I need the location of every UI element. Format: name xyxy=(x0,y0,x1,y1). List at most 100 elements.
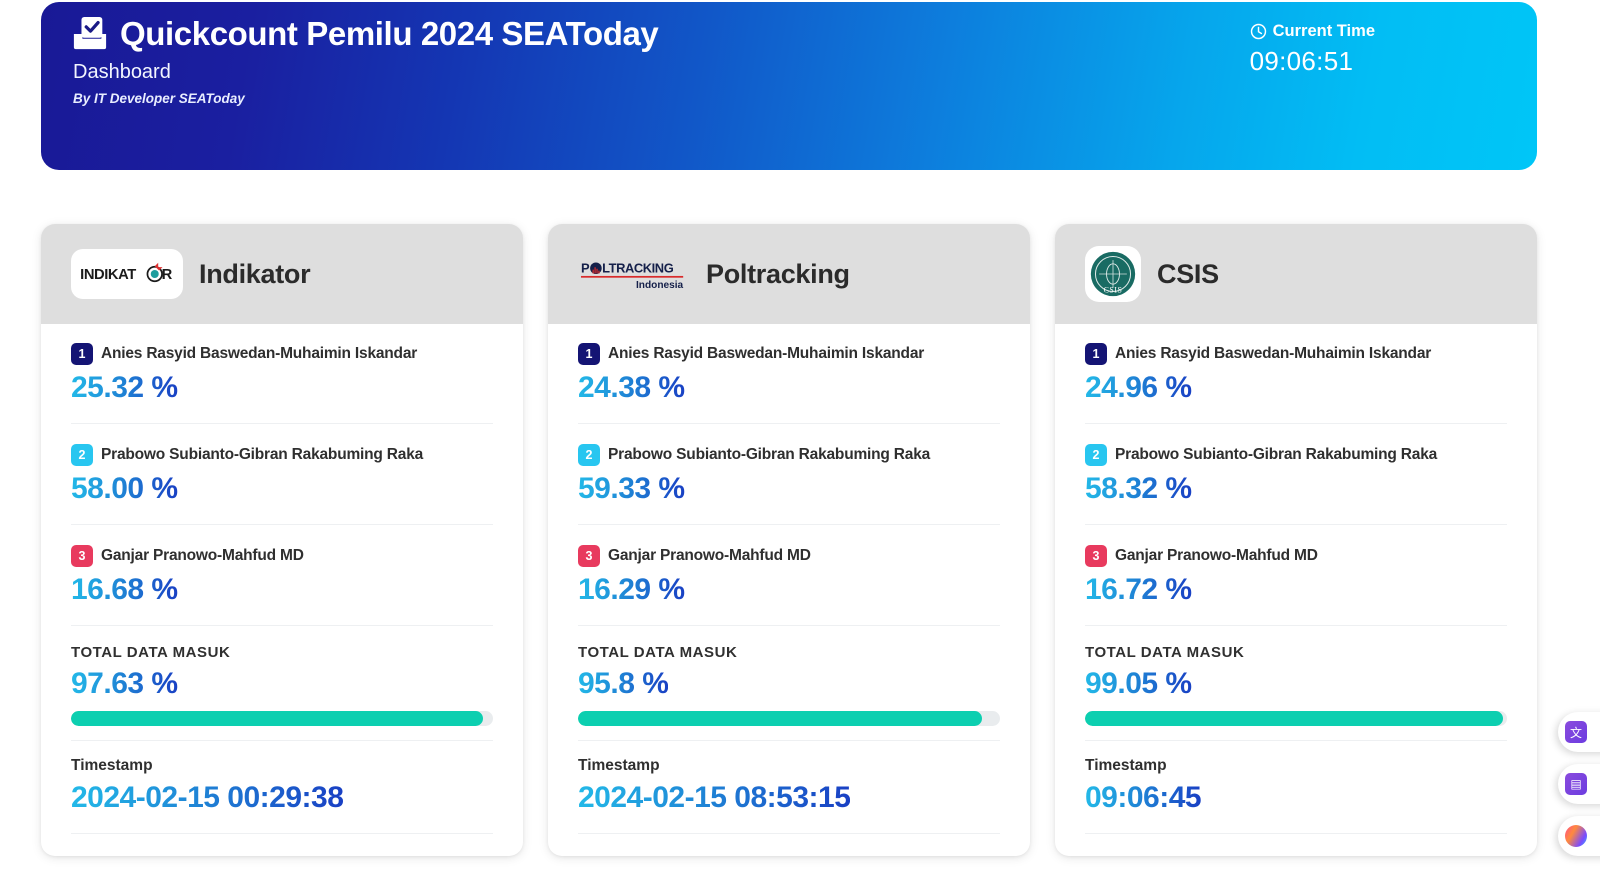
csis-logo: CSIS xyxy=(1085,246,1141,302)
card-footer-spacer xyxy=(578,834,1000,856)
card-footer-spacer xyxy=(1085,834,1507,856)
candidate-name-row: 1 Anies Rasyid Baswedan-Muhaimin Iskandar xyxy=(71,343,493,365)
candidate-percentage: 58.32 % xyxy=(1085,472,1192,505)
browser-extension-widgets: 文 ▤ xyxy=(1558,712,1600,856)
candidate-name-row: 3 Ganjar Pranowo-Mahfud MD xyxy=(578,545,1000,567)
survey-card-body: 1 Anies Rasyid Baswedan-Muhaimin Iskandar… xyxy=(548,324,1030,856)
timestamp-value: 2024-02-15 08:53:15 xyxy=(578,781,851,814)
poltracking-logo: P LTRACKING Indonesia xyxy=(578,249,690,299)
candidate-number-badge: 3 xyxy=(578,545,600,567)
poltracking-logo-mark: P LTRACKING Indonesia xyxy=(580,260,684,291)
ai-assistant-widget[interactable] xyxy=(1558,816,1600,856)
timestamp-section: Timestamp 2024-02-15 00:29:38 xyxy=(71,741,493,834)
card-footer-spacer xyxy=(71,834,493,856)
timestamp-value: 2024-02-15 00:29:38 xyxy=(71,781,344,814)
svg-text:R: R xyxy=(162,267,173,283)
indikator-logo-mark: INDIKAT R xyxy=(80,262,173,283)
candidate-row: 1 Anies Rasyid Baswedan-Muhaimin Iskandar… xyxy=(71,324,493,424)
candidate-name: Ganjar Pranowo-Mahfud MD xyxy=(608,547,811,564)
candidate-name-row: 1 Anies Rasyid Baswedan-Muhaimin Iskandar xyxy=(578,343,1000,365)
candidate-name: Prabowo Subianto-Gibran Rakabuming Raka xyxy=(1115,446,1438,463)
candidate-row: 3 Ganjar Pranowo-Mahfud MD 16.68 % xyxy=(71,525,493,626)
candidate-percentage: 16.72 % xyxy=(1085,573,1192,606)
header-left: Quickcount Pemilu 2024 SEAToday Dashboar… xyxy=(71,14,659,106)
total-data-label: TOTAL DATA MASUK xyxy=(71,644,231,661)
candidate-row: 2 Prabowo Subianto-Gibran Rakabuming Raka… xyxy=(578,424,1000,525)
candidate-number-badge: 2 xyxy=(578,444,600,466)
total-data-label: TOTAL DATA MASUK xyxy=(578,644,738,661)
total-data-section: TOTAL DATA MASUK 99.05 % xyxy=(1085,626,1507,741)
timestamp-label: Timestamp xyxy=(1085,757,1167,774)
candidate-percentage: 25.32 % xyxy=(71,371,178,404)
progress-bar-track xyxy=(578,711,1000,726)
dashboard-page: Quickcount Pemilu 2024 SEAToday Dashboar… xyxy=(0,0,1600,879)
survey-card-title: Poltracking xyxy=(706,258,850,289)
dictionary-widget[interactable]: ▤ xyxy=(1558,764,1600,804)
total-data-section: TOTAL DATA MASUK 97.63 % xyxy=(71,626,493,741)
candidate-name-row: 2 Prabowo Subianto-Gibran Rakabuming Raka xyxy=(578,444,1000,466)
survey-card: P LTRACKING Indonesia Poltracking 1 Anies Ras… xyxy=(548,224,1030,856)
candidate-name-row: 2 Prabowo Subianto-Gibran Rakabuming Raka xyxy=(1085,444,1507,466)
ai-brain-icon xyxy=(1565,825,1587,847)
candidate-name: Prabowo Subianto-Gibran Rakabuming Raka xyxy=(101,446,424,463)
candidate-name-row: 3 Ganjar Pranowo-Mahfud MD xyxy=(1085,545,1507,567)
current-time-value: 09:06:51 xyxy=(1249,46,1354,76)
total-data-label: TOTAL DATA MASUK xyxy=(1085,644,1245,661)
total-data-value: 99.05 % xyxy=(1085,667,1192,700)
survey-card-header: CSIS CSIS xyxy=(1055,224,1537,324)
svg-text:P: P xyxy=(581,260,590,275)
survey-card-body: 1 Anies Rasyid Baswedan-Muhaimin Iskandar… xyxy=(1055,324,1537,856)
survey-card-header: INDIKAT R Indikator xyxy=(41,224,523,324)
survey-cards-container: INDIKAT R Indikator 1 Anies Rasyid Baswedan-… xyxy=(41,224,1537,856)
candidate-percentage: 16.29 % xyxy=(578,573,685,606)
candidate-name: Anies Rasyid Baswedan-Muhaimin Iskandar xyxy=(1115,345,1432,362)
header-title-row: Quickcount Pemilu 2024 SEAToday xyxy=(71,14,659,52)
progress-bar-fill xyxy=(1085,711,1503,726)
survey-card-body: 1 Anies Rasyid Baswedan-Muhaimin Iskandar… xyxy=(41,324,523,856)
current-time-block: Current Time 09:06:51 xyxy=(1250,22,1375,77)
timestamp-value: 09:06:45 xyxy=(1085,781,1202,814)
translate-icon: 文 xyxy=(1565,721,1587,743)
progress-bar-track xyxy=(71,711,493,726)
ballot-box-icon xyxy=(73,16,107,50)
total-data-value: 95.8 % xyxy=(578,667,669,700)
svg-text:LTRACKING: LTRACKING xyxy=(602,260,674,275)
candidate-row: 2 Prabowo Subianto-Gibran Rakabuming Raka… xyxy=(1085,424,1507,525)
survey-card: CSIS CSIS 1 Anies Rasyid Baswedan-Muhaimin … xyxy=(1055,224,1537,856)
timestamp-label: Timestamp xyxy=(71,757,153,774)
candidate-number-badge: 1 xyxy=(578,343,600,365)
indikator-logo: INDIKAT R xyxy=(71,249,183,299)
candidate-row: 1 Anies Rasyid Baswedan-Muhaimin Iskandar… xyxy=(1085,324,1507,424)
timestamp-section: Timestamp 09:06:45 xyxy=(1085,741,1507,834)
candidate-number-badge: 3 xyxy=(71,545,93,567)
candidate-name: Ganjar Pranowo-Mahfud MD xyxy=(1115,547,1318,564)
candidate-name-row: 1 Anies Rasyid Baswedan-Muhaimin Iskandar xyxy=(1085,343,1507,365)
svg-text:Indonesia: Indonesia xyxy=(636,280,684,291)
candidate-number-badge: 1 xyxy=(71,343,93,365)
candidate-name: Anies Rasyid Baswedan-Muhaimin Iskandar xyxy=(101,345,418,362)
candidate-percentage: 59.33 % xyxy=(578,472,685,505)
timestamp-label: Timestamp xyxy=(578,757,660,774)
book-icon: ▤ xyxy=(1565,773,1587,795)
page-header: Quickcount Pemilu 2024 SEAToday Dashboar… xyxy=(41,2,1537,170)
candidate-name: Anies Rasyid Baswedan-Muhaimin Iskandar xyxy=(608,345,925,362)
candidate-number-badge: 3 xyxy=(1085,545,1107,567)
survey-card-title: Indikator xyxy=(199,258,311,289)
candidate-percentage: 58.00 % xyxy=(71,472,178,505)
page-title: Quickcount Pemilu 2024 SEAToday xyxy=(120,14,659,52)
survey-card: INDIKAT R Indikator 1 Anies Rasyid Baswedan-… xyxy=(41,224,523,856)
survey-card-title: CSIS xyxy=(1157,258,1219,289)
candidate-percentage: 24.96 % xyxy=(1085,371,1192,404)
candidate-row: 3 Ganjar Pranowo-Mahfud MD 16.29 % xyxy=(578,525,1000,626)
candidate-name: Ganjar Pranowo-Mahfud MD xyxy=(101,547,304,564)
page-byline: By IT Developer SEAToday xyxy=(73,91,245,106)
candidate-name: Prabowo Subianto-Gibran Rakabuming Raka xyxy=(608,446,931,463)
translate-widget[interactable]: 文 xyxy=(1558,712,1600,752)
total-data-value: 97.63 % xyxy=(71,667,178,700)
page-subtitle: Dashboard xyxy=(73,61,171,83)
progress-bar-fill xyxy=(71,711,483,726)
candidate-name-row: 2 Prabowo Subianto-Gibran Rakabuming Raka xyxy=(71,444,493,466)
candidate-row: 3 Ganjar Pranowo-Mahfud MD 16.72 % xyxy=(1085,525,1507,626)
candidate-percentage: 24.38 % xyxy=(578,371,685,404)
candidate-row: 2 Prabowo Subianto-Gibran Rakabuming Raka… xyxy=(71,424,493,525)
